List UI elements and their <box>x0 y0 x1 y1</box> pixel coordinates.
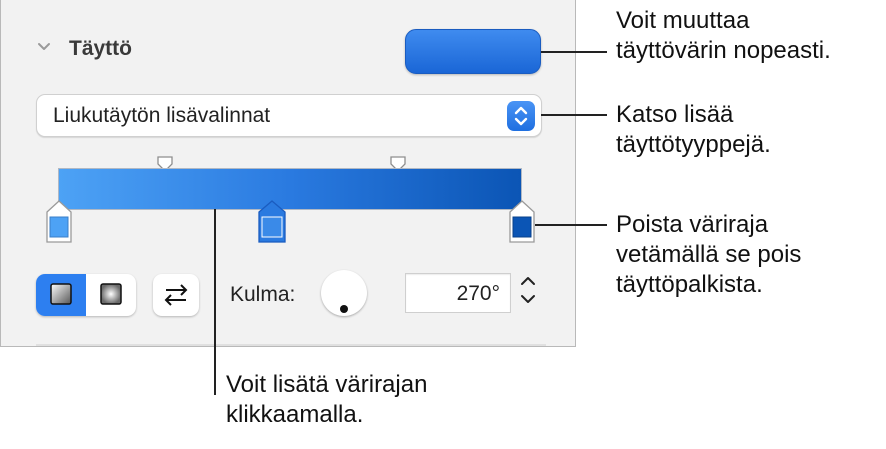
linear-gradient-icon <box>50 283 72 305</box>
callout-fill-color: Voit muuttaa täyttövärin nopeasti. <box>616 6 831 66</box>
angle-stepper[interactable] <box>515 270 541 310</box>
gradient-bar[interactable] <box>58 168 522 210</box>
fill-type-select-value: Liukutäytön lisävalinnat <box>53 104 271 127</box>
callout-text: Voit muuttaa <box>616 7 750 34</box>
callout-text: Poista väriraja <box>616 211 769 238</box>
callout-add-stop: Voit lisätä värirajan klikkaamalla. <box>226 370 427 430</box>
stepper-down-icon <box>521 295 535 303</box>
fill-color-well[interactable] <box>405 29 541 74</box>
radial-gradient-icon <box>100 283 122 305</box>
callout-line-remove-stop <box>535 224 607 226</box>
angle-value: 270° <box>456 282 500 305</box>
callout-text: klikkaamalla. <box>226 401 364 428</box>
reverse-gradient-button[interactable] <box>153 274 199 316</box>
angle-dial[interactable] <box>321 270 367 316</box>
callout-line-fill-types <box>541 114 607 116</box>
callout-text: täyttöpalkista. <box>616 271 763 298</box>
select-arrows-icon <box>507 101 535 131</box>
radial-gradient-button[interactable] <box>86 274 136 316</box>
angle-label: Kulma: <box>230 283 296 306</box>
fill-type-select[interactable]: Liukutäytön lisävalinnat <box>36 94 542 137</box>
callout-text: Katso lisää <box>616 101 734 128</box>
color-stop-middle[interactable] <box>257 200 287 244</box>
color-stop-start[interactable] <box>45 200 73 244</box>
swap-arrows-icon <box>164 284 188 306</box>
angle-dial-indicator <box>340 305 348 313</box>
color-stop-end[interactable] <box>508 200 536 244</box>
callout-text: täyttövärin nopeasti. <box>616 37 831 64</box>
callout-text: Voit lisätä värirajan <box>226 371 428 398</box>
callout-text: vetämällä se pois <box>616 241 802 268</box>
callout-text: täyttötyyppejä. <box>616 131 771 158</box>
chevron-down-icon[interactable] <box>37 42 51 52</box>
callout-fill-types: Katso lisää täyttötyyppejä. <box>616 100 771 160</box>
callout-remove-stop: Poista väriraja vetämällä se pois täyttö… <box>616 210 801 300</box>
linear-gradient-button[interactable] <box>36 274 86 316</box>
section-title: Täyttö <box>69 37 132 60</box>
divider <box>36 344 546 346</box>
angle-input[interactable]: 270° <box>405 273 511 313</box>
fill-panel: Täyttö Liukutäytön lisävalinnat Kulma: 2… <box>0 0 576 347</box>
callout-line-fill-color <box>541 51 607 53</box>
callout-line-add-stop <box>214 209 216 395</box>
gradient-type-segmented-control <box>36 274 136 316</box>
stepper-up-icon <box>521 277 535 285</box>
